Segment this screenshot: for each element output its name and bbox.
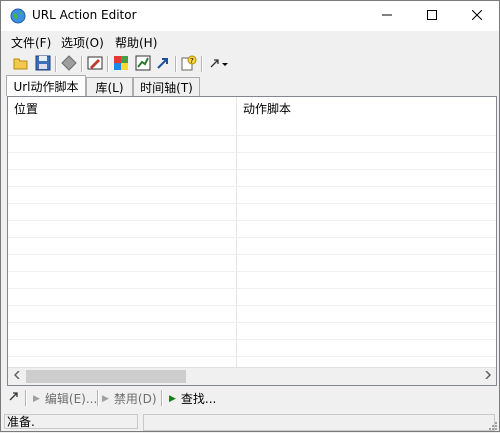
scroll-left-button[interactable] <box>8 368 25 385</box>
toolbar-separator <box>55 56 57 72</box>
find-button[interactable]: ▶ 查找... <box>169 390 216 407</box>
column-header-location[interactable]: 位置 <box>8 97 242 121</box>
grid-line <box>8 254 496 255</box>
grid-line <box>8 237 496 238</box>
link-arrow-icon <box>209 57 221 72</box>
arrow-icon <box>155 55 171 74</box>
close-button[interactable] <box>454 1 499 31</box>
tab-strip: Url动作脚本 库(L) 时间轴(T) <box>1 75 499 97</box>
tab-timeline[interactable]: 时间轴(T) <box>133 77 200 96</box>
scroll-thumb[interactable] <box>26 370 186 383</box>
grid-line <box>8 271 496 272</box>
link-arrow-icon <box>8 390 20 405</box>
tab-library[interactable]: 库(L) <box>86 77 133 96</box>
edit-label: 编辑(E)... <box>44 392 98 406</box>
status-text: 准备. <box>4 414 138 429</box>
menu-options[interactable]: 选项(O) <box>59 34 106 51</box>
scroll-right-button[interactable] <box>479 368 496 385</box>
window-title: URL Action Editor <box>32 8 137 22</box>
chart-icon <box>135 55 151 74</box>
maximize-icon <box>426 9 437 23</box>
disable-label: 禁用(D) <box>113 392 157 406</box>
title-bar[interactable]: URL Action Editor <box>1 1 499 31</box>
help-button[interactable]: ? <box>179 54 199 74</box>
grid-line <box>8 203 496 204</box>
toolbar-separator <box>107 56 109 72</box>
diamond-icon <box>61 54 77 74</box>
open-button[interactable] <box>11 54 31 74</box>
link-action-button[interactable] <box>8 390 20 405</box>
grid-line <box>8 356 496 357</box>
grid-line <box>8 186 496 187</box>
grid-line <box>8 152 496 153</box>
horizontal-scrollbar[interactable] <box>8 367 496 385</box>
minimize-icon <box>381 9 392 23</box>
edit-button[interactable]: ▶ 编辑(E)... <box>33 390 97 407</box>
minimize-button[interactable] <box>364 1 409 31</box>
chart-button[interactable] <box>133 54 153 74</box>
grid-line <box>8 169 496 170</box>
grid-line <box>8 339 496 340</box>
open-folder-icon <box>13 55 29 74</box>
toolbar-separator <box>175 56 177 72</box>
action-separator <box>161 390 163 406</box>
chevron-left-icon <box>13 370 20 382</box>
arrow-button[interactable] <box>153 54 173 74</box>
close-icon <box>471 9 482 23</box>
chevron-right-icon <box>484 370 491 382</box>
column-header-action-script[interactable]: 动作脚本 <box>237 97 493 121</box>
maximize-button[interactable] <box>409 1 454 31</box>
status-pane <box>143 414 495 431</box>
action-separator <box>97 390 99 406</box>
help-icon: ? <box>181 55 197 74</box>
disable-button[interactable]: ▶ 禁用(D) <box>102 390 157 407</box>
toolbar-separator <box>81 56 83 72</box>
app-globe-icon <box>10 8 26 24</box>
color-grid-icon <box>113 55 129 74</box>
edit-script-icon <box>87 55 103 74</box>
status-bar: 准备. <box>1 412 499 431</box>
grid-line <box>8 322 496 323</box>
dropdown-arrow-icon <box>221 57 229 71</box>
tab-url-action-script[interactable]: Url动作脚本 <box>6 75 86 96</box>
play-icon: ▶ <box>33 393 40 404</box>
save-disk-icon <box>35 55 51 74</box>
tab-label: Url动作脚本 <box>13 79 79 94</box>
menu-help[interactable]: 帮助(H) <box>113 34 159 51</box>
edit-script-button[interactable] <box>85 54 105 74</box>
action-bar: ▶ 编辑(E)... ▶ 禁用(D) ▶ 查找... <box>1 387 499 409</box>
grid-line <box>8 220 496 221</box>
grid-line <box>8 305 496 306</box>
tab-label: 时间轴(T) <box>140 80 193 95</box>
toolbar-separator <box>201 56 203 72</box>
play-icon: ▶ <box>102 393 109 404</box>
grid-line <box>8 288 496 289</box>
find-label: 查找... <box>180 392 217 406</box>
action-list[interactable]: 位置 动作脚本 <box>7 96 497 386</box>
grid-line <box>8 135 496 136</box>
app-window: URL Action Editor 文件(F) 选项(O) 帮助(H) ? Ur… <box>0 0 500 432</box>
menu-bar: 文件(F) 选项(O) 帮助(H) <box>1 31 499 53</box>
link-dropdown-button[interactable] <box>205 54 233 74</box>
column-divider[interactable] <box>236 97 237 367</box>
toolbar: ? <box>1 53 499 75</box>
menu-file[interactable]: 文件(F) <box>9 34 53 51</box>
tab-label: 库(L) <box>95 80 124 95</box>
resize-grip-icon[interactable] <box>487 419 497 430</box>
color-grid-button[interactable] <box>111 54 131 74</box>
play-icon: ▶ <box>169 393 176 404</box>
diamond-button[interactable] <box>59 54 79 74</box>
svg-text:?: ? <box>190 57 194 65</box>
action-separator <box>25 390 27 406</box>
save-button[interactable] <box>33 54 53 74</box>
